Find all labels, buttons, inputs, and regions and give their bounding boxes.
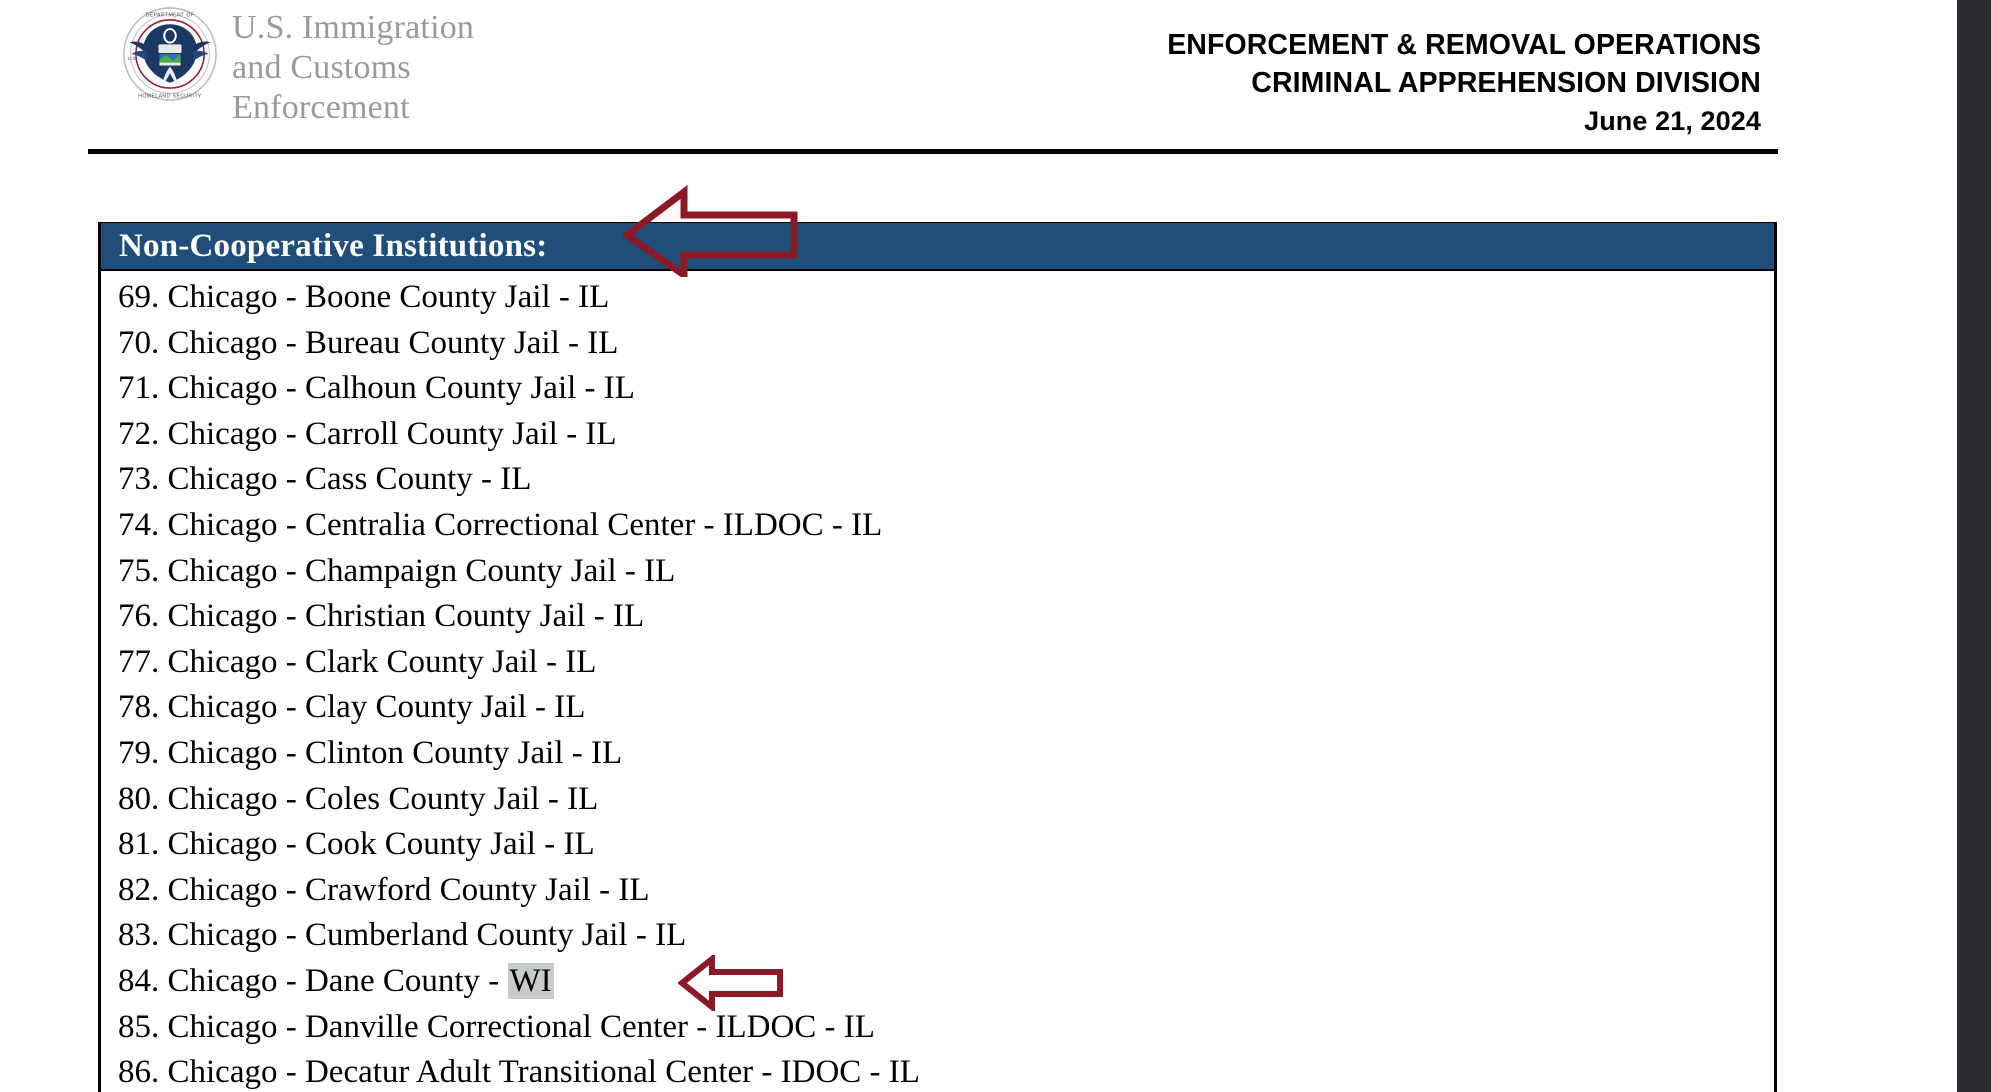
ice-wordmark-line-1: U.S. Immigration <box>232 9 475 46</box>
item-number: 85. <box>118 1008 168 1045</box>
item-label: Chicago - Boone County Jail - IL <box>167 279 610 315</box>
header-date: June 21, 2024 <box>1584 106 1761 136</box>
item-label: Chicago - Calhoun County Jail - IL <box>167 370 635 407</box>
item-label: Chicago - Danville Correctional Center -… <box>167 1008 875 1045</box>
header-line-division: CRIMINAL APPREHENSION DIVISION <box>1251 67 1761 99</box>
ice-wordmark-line-2: and Customs <box>232 48 411 86</box>
item-label: Chicago - Cumberland County Jail - IL <box>167 917 687 954</box>
item-label: Chicago - Clark County Jail - IL <box>167 643 597 680</box>
header-divider-rule <box>88 149 1778 154</box>
institution-list-item: 74. Chicago - Centralia Correctional Cen… <box>101 503 1774 549</box>
item-number: 75. <box>118 552 168 589</box>
item-number: 73. <box>118 461 168 498</box>
header-title-block: ENFORCEMENT & REMOVAL OPERATIONS CRIMINA… <box>1167 26 1761 140</box>
header-line-operations: ENFORCEMENT & REMOVAL OPERATIONS <box>1167 29 1761 61</box>
item-label: Chicago - Clinton County Jail - IL <box>167 734 623 771</box>
item-number: 76. <box>118 598 168 635</box>
institution-list-item: 83. Chicago - Cumberland County Jail - I… <box>101 913 1774 959</box>
item-number: 81. <box>118 826 168 863</box>
institution-list-item: 76. Chicago - Christian County Jail - IL <box>101 594 1774 640</box>
institution-list-item: 75. Chicago - Champaign County Jail - IL <box>101 549 1774 595</box>
item-number: 69. <box>118 279 168 315</box>
item-number: 86. <box>118 1054 168 1091</box>
item-number: 83. <box>118 917 168 954</box>
svg-text:U.S.: U.S. <box>128 56 137 62</box>
panel-heading-bar: Non-Cooperative Institutions: <box>101 223 1774 271</box>
institution-list-item: 69. Chicago - Boone County Jail - IL <box>101 275 1774 321</box>
item-number: 70. <box>118 324 168 361</box>
svg-text:DEPARTMENT OF: DEPARTMENT OF <box>146 13 195 19</box>
item-label: Chicago - Cook County Jail - IL <box>167 826 595 863</box>
item-label: Chicago - Cass County - IL <box>167 461 532 498</box>
item-number: 72. <box>118 415 168 452</box>
document-header: DEPARTMENT OF HOMELAND SECURITY U.S. U.S… <box>0 0 1957 154</box>
item-number: 79. <box>118 734 168 771</box>
item-label: Chicago - Centralia Correctional Center … <box>167 506 883 543</box>
institution-list-item: 81. Chicago - Cook County Jail - IL <box>101 822 1774 868</box>
panel-heading-label: Non-Cooperative Institutions: <box>119 227 548 264</box>
item-label: Chicago - Clay County Jail - IL <box>167 689 586 726</box>
ice-wordmark-line-3: Enforcement <box>232 88 410 126</box>
institution-list-item: 71. Chicago - Calhoun County Jail - IL <box>101 366 1774 412</box>
institution-list-item: 78. Chicago - Clay County Jail - IL <box>101 685 1774 731</box>
dhs-seal-icon: DEPARTMENT OF HOMELAND SECURITY U.S. <box>123 7 217 101</box>
institution-list-item: 73. Chicago - Cass County - IL <box>101 457 1774 503</box>
item-label: Chicago - Dane County - <box>167 962 508 999</box>
institution-list-item: 72. Chicago - Carroll County Jail - IL <box>101 412 1774 458</box>
item-label: Chicago - Champaign County Jail - IL <box>167 552 676 589</box>
institution-list-item: 85. Chicago - Danville Correctional Cent… <box>101 1005 1774 1051</box>
item-label: Chicago - Crawford County Jail - IL <box>167 871 650 908</box>
non-cooperative-institutions-panel: Non-Cooperative Institutions: 69. Chicag… <box>98 222 1777 1092</box>
item-number: 71. <box>118 370 168 407</box>
ice-logo: DEPARTMENT OF HOMELAND SECURITY U.S. U.S… <box>122 6 474 127</box>
item-label: Chicago - Coles County Jail - IL <box>167 780 599 817</box>
item-number: 77. <box>118 643 168 680</box>
item-number: 80. <box>118 780 168 817</box>
institution-list-item: 77. Chicago - Clark County Jail - IL <box>101 640 1774 686</box>
item-label: Chicago - Bureau County Jail - IL <box>167 324 619 361</box>
institution-list-item: 84. Chicago - Dane County - WI <box>101 959 1774 1005</box>
item-label: Chicago - Christian County Jail - IL <box>167 598 645 635</box>
item-number: 84. <box>118 962 168 999</box>
viewer-right-gutter <box>1957 0 1991 1092</box>
item-number: 74. <box>118 506 168 543</box>
institution-list: 69. Chicago - Boone County Jail - IL 70. … <box>101 271 1774 1092</box>
institution-list-item: 80. Chicago - Coles County Jail - IL <box>101 777 1774 823</box>
institution-list-item: 82. Chicago - Crawford County Jail - IL <box>101 868 1774 914</box>
item-number: 78. <box>118 689 168 726</box>
document-page: DEPARTMENT OF HOMELAND SECURITY U.S. U.S… <box>0 0 1957 1092</box>
institution-list-item: 70. Chicago - Bureau County Jail - IL <box>101 321 1774 367</box>
item-number: 82. <box>118 871 168 908</box>
highlighted-state-code: WI <box>507 962 554 999</box>
institution-list-item: 86. Chicago - Decatur Adult Transitional… <box>101 1050 1774 1092</box>
ice-wordmark-text: U.S. Immigration and Customs Enforcement <box>232 6 474 127</box>
item-label: Chicago - Decatur Adult Transitional Cen… <box>167 1054 920 1091</box>
item-label: Chicago - Carroll County Jail - IL <box>167 415 617 452</box>
institution-list-item: 79. Chicago - Clinton County Jail - IL <box>101 731 1774 777</box>
svg-text:HOMELAND SECURITY: HOMELAND SECURITY <box>138 94 202 100</box>
